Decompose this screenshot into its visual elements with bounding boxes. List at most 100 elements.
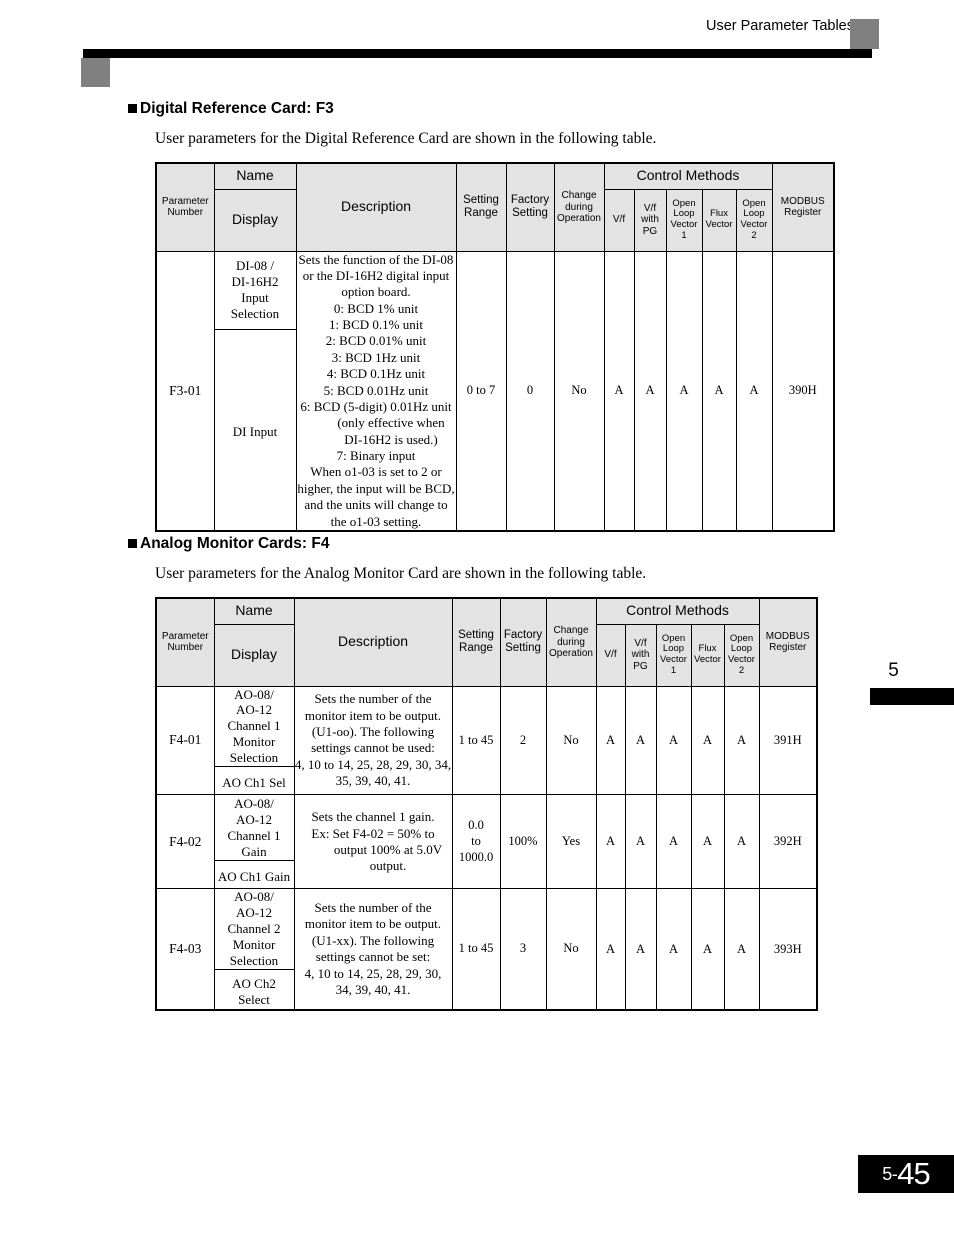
page-header: User Parameter Tables (0, 0, 954, 87)
cell-parameter-number: F4-01 (155, 685, 215, 796)
cell-vf-with-pg: A (624, 685, 657, 796)
col-parameter-number: Parameter Number (155, 597, 215, 687)
header-marker-right (850, 19, 879, 49)
cell-factory-setting: 3 (499, 888, 547, 1011)
col-description: Description (295, 162, 457, 252)
square-bullet-icon (128, 103, 137, 113)
cell-setting-range: 0.0 to 1000.0 (451, 794, 501, 890)
table-row: F3-01 DI-08 / DI-16H2 Input Selection Se… (155, 250, 835, 532)
col-setting-range: Setting Range (455, 162, 507, 252)
col-open-loop-vector-1: Open Loop Vector 1 (655, 623, 692, 687)
col-setting-range: Setting Range (451, 597, 501, 687)
cell-open-loop-vector-2: A (723, 888, 760, 1011)
cell-change-during-operation: No (545, 888, 597, 1011)
col-factory-setting: Factory Setting (505, 162, 555, 252)
cell-parameter-number: F4-03 (155, 888, 215, 1011)
cell-vf: A (595, 794, 626, 890)
cell-vf: A (603, 250, 635, 532)
cell-factory-setting: 2 (499, 685, 547, 796)
cell-setting-range: 1 to 45 (451, 685, 501, 796)
col-control-methods: Control Methods (595, 597, 760, 625)
cell-modbus-register: 391H (758, 685, 818, 796)
col-modbus-register: MODBUS Register (771, 162, 835, 252)
cell-open-loop-vector-1: A (655, 794, 692, 890)
cell-flux-vector: A (690, 794, 725, 890)
square-bullet-icon (128, 538, 137, 548)
section-intro-f3: User parameters for the Digital Referenc… (155, 130, 657, 147)
cell-open-loop-vector-1: A (655, 888, 692, 1011)
header-marker-left (81, 58, 110, 87)
cell-name-display-primary: AO-08/ AO-12 Channel 1 Gain (213, 794, 295, 862)
cell-name-display-secondary: AO Ch2 Select (213, 969, 295, 1011)
section-heading-f4: Analog Monitor Cards: F4 (128, 535, 954, 553)
table-row: F4-01 AO-08/ AO-12 Channel 1 Monitor Sel… (155, 685, 818, 796)
col-description: Description (293, 597, 453, 687)
cell-open-loop-vector-2: A (723, 685, 760, 796)
cell-modbus-register: 393H (758, 888, 818, 1011)
parameter-table-f3: Parameter Number Name Description Settin… (155, 162, 835, 532)
cell-description: Sets the number of the monitor item to b… (293, 685, 453, 796)
col-name: Name (213, 162, 297, 190)
cell-change-during-operation: No (545, 685, 597, 796)
section-heading-f4-text: Analog Monitor Cards: F4 (140, 535, 330, 552)
cell-name-display-secondary: DI Input (213, 328, 297, 532)
col-flux-vector: Flux Vector (690, 623, 725, 687)
cell-parameter-number: F3-01 (155, 250, 215, 532)
cell-description: Sets the number of the monitor item to b… (293, 888, 453, 1011)
section-heading-f3: Digital Reference Card: F3 (128, 100, 954, 118)
cell-flux-vector: A (690, 888, 725, 1011)
col-change-during-operation: Change during Operation (553, 162, 605, 252)
header-rule (83, 49, 872, 58)
cell-flux-vector: A (690, 685, 725, 796)
cell-vf: A (595, 685, 626, 796)
col-display: Display (213, 188, 297, 252)
col-display: Display (213, 623, 295, 687)
cell-open-loop-vector-2: A (723, 794, 760, 890)
col-open-loop-vector-2: Open Loop Vector 2 (735, 188, 773, 252)
cell-name-display-primary: AO-08/ AO-12 Channel 2 Monitor Selection (213, 888, 295, 971)
col-vf: V/f (603, 188, 635, 252)
col-modbus-register: MODBUS Register (758, 597, 818, 687)
cell-parameter-number: F4-02 (155, 794, 215, 890)
col-vf-with-pg: V/f with PG (633, 188, 667, 252)
cell-name-display-secondary: AO Ch1 Sel (213, 766, 295, 796)
section-intro-f4: User parameters for the Analog Monitor C… (155, 565, 647, 582)
table-row: F4-02 AO-08/ AO-12 Channel 1 Gain Sets t… (155, 794, 818, 890)
col-open-loop-vector-1: Open Loop Vector 1 (665, 188, 703, 252)
cell-modbus-register: 392H (758, 794, 818, 890)
cell-change-during-operation: Yes (545, 794, 597, 890)
col-flux-vector: Flux Vector (701, 188, 737, 252)
cell-vf-with-pg: A (624, 794, 657, 890)
cell-description: Sets the function of the DI-08 or the DI… (295, 250, 457, 532)
cell-setting-range: 1 to 45 (451, 888, 501, 1011)
section-heading-f3-text: Digital Reference Card: F3 (140, 100, 334, 117)
section-digital-reference-card: Digital Reference Card: F3 User paramete… (0, 100, 954, 532)
cell-vf-with-pg: A (633, 250, 667, 532)
col-vf-with-pg: V/f with PG (624, 623, 657, 687)
col-change-during-operation: Change during Operation (545, 597, 597, 687)
col-factory-setting: Factory Setting (499, 597, 547, 687)
footer-page-number: 5- 45 (858, 1155, 954, 1193)
cell-open-loop-vector-2: A (735, 250, 773, 532)
col-open-loop-vector-2: Open Loop Vector 2 (723, 623, 760, 687)
col-name: Name (213, 597, 295, 625)
parameter-table-f4: Parameter Number Name Description Settin… (155, 597, 818, 1011)
cell-name-display-primary: AO-08/ AO-12 Channel 1 Monitor Selection (213, 685, 295, 768)
cell-description: Sets the channel 1 gain. Ex: Set F4-02 =… (293, 794, 453, 890)
cell-name-display-secondary: AO Ch1 Gain (213, 860, 295, 890)
cell-change-during-operation: No (553, 250, 605, 532)
header-title: User Parameter Tables (705, 18, 854, 34)
footer-page-prefix: 5- (882, 1163, 898, 1184)
cell-flux-vector: A (701, 250, 737, 532)
cell-setting-range: 0 to 7 (455, 250, 507, 532)
col-control-methods: Control Methods (603, 162, 773, 190)
section-analog-monitor-cards: Analog Monitor Cards: F4 User parameters… (0, 535, 954, 1011)
cell-open-loop-vector-1: A (665, 250, 703, 532)
cell-factory-setting: 100% (499, 794, 547, 890)
table-row: F4-03 AO-08/ AO-12 Channel 2 Monitor Sel… (155, 888, 818, 1011)
cell-modbus-register: 390H (771, 250, 835, 532)
footer-page-value: 45 (897, 1156, 930, 1191)
cell-vf-with-pg: A (624, 888, 657, 1011)
col-vf: V/f (595, 623, 626, 687)
col-parameter-number: Parameter Number (155, 162, 215, 252)
